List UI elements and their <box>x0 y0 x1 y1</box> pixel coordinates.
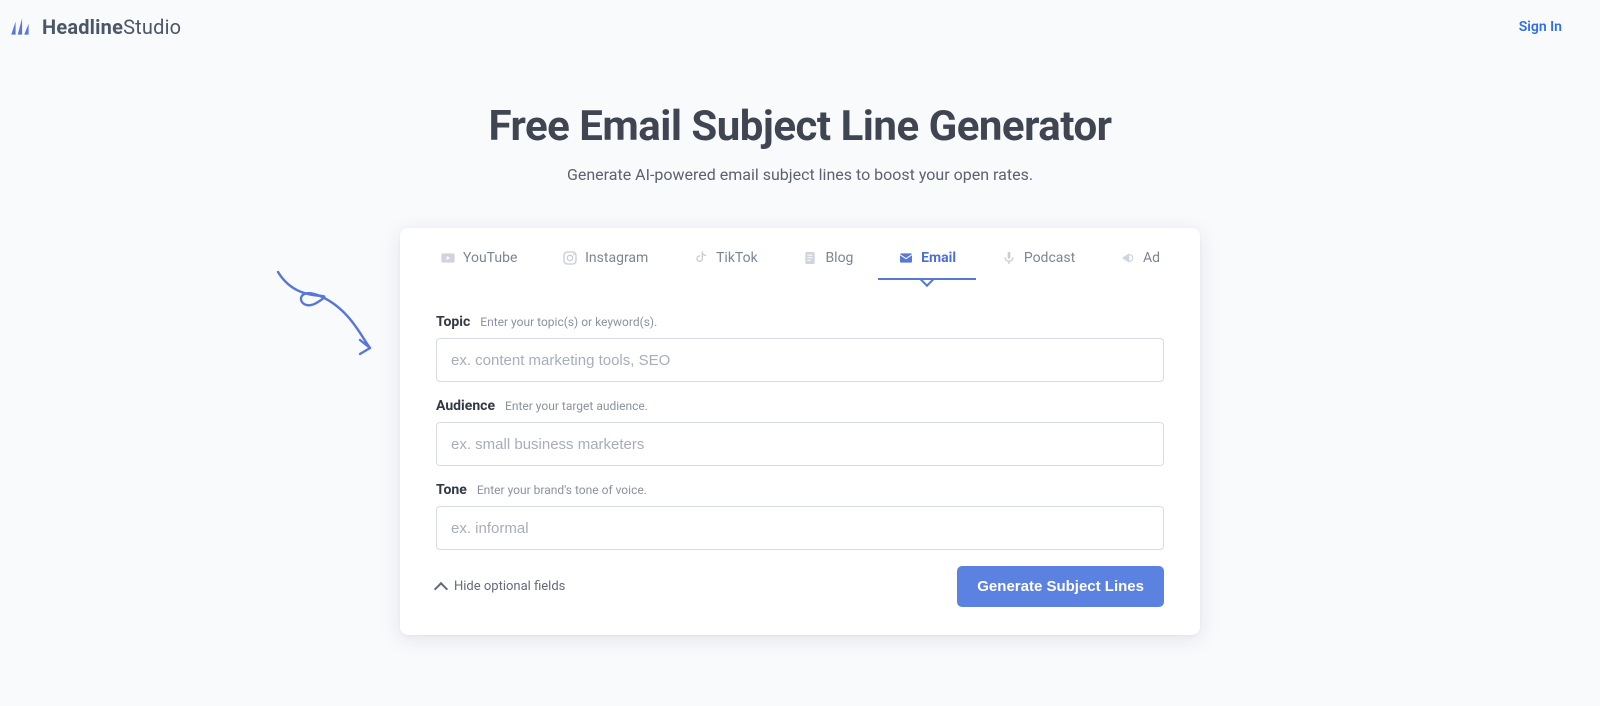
tiktok-icon <box>693 250 709 266</box>
generator-form: Topic Enter your topic(s) or keyword(s).… <box>400 280 1200 550</box>
instagram-icon <box>562 250 578 266</box>
page-title: Free Email Subject Line Generator <box>0 102 1600 151</box>
tone-help: Enter your brand's tone of voice. <box>477 483 647 497</box>
tab-email[interactable]: Email <box>898 250 956 280</box>
tab-tiktok[interactable]: TikTok <box>693 250 758 280</box>
field-topic: Topic Enter your topic(s) or keyword(s). <box>436 314 1164 382</box>
form-footer: Hide optional fields Generate Subject Li… <box>400 550 1200 607</box>
tab-ad[interactable]: Ad <box>1120 250 1160 280</box>
header: HeadlineStudio Sign In <box>0 0 1600 54</box>
audience-label: Audience <box>436 398 495 414</box>
tab-label: Blog <box>825 250 853 266</box>
tab-blog[interactable]: Blog <box>802 250 853 280</box>
audience-input[interactable] <box>436 422 1164 466</box>
tab-podcast[interactable]: Podcast <box>1001 250 1075 280</box>
topic-input[interactable] <box>436 338 1164 382</box>
tab-youtube[interactable]: YouTube <box>440 250 517 280</box>
tab-label: YouTube <box>463 250 517 266</box>
tone-label: Tone <box>436 482 467 498</box>
topic-label: Topic <box>436 314 470 330</box>
toggle-optional-label: Hide optional fields <box>454 579 565 594</box>
generate-button[interactable]: Generate Subject Lines <box>957 566 1164 607</box>
hero: Free Email Subject Line Generator Genera… <box>0 102 1600 184</box>
generator-card: YouTube Instagram TikTok Blog <box>400 228 1200 635</box>
tone-input[interactable] <box>436 506 1164 550</box>
podcast-icon <box>1001 250 1017 266</box>
tab-label: Podcast <box>1024 250 1075 266</box>
field-tone: Tone Enter your brand's tone of voice. <box>436 482 1164 550</box>
decorative-arrow-icon <box>270 268 380 368</box>
chevron-up-icon <box>434 581 448 595</box>
ad-icon <box>1120 250 1136 266</box>
toggle-optional-fields[interactable]: Hide optional fields <box>436 579 565 594</box>
tab-instagram[interactable]: Instagram <box>562 250 648 280</box>
field-audience: Audience Enter your target audience. <box>436 398 1164 466</box>
tabs: YouTube Instagram TikTok Blog <box>400 228 1200 280</box>
logo[interactable]: HeadlineStudio <box>8 14 181 40</box>
topic-help: Enter your topic(s) or keyword(s). <box>480 315 657 329</box>
logo-text: HeadlineStudio <box>42 15 181 39</box>
blog-icon <box>802 250 818 266</box>
page-subtitle: Generate AI-powered email subject lines … <box>0 165 1600 184</box>
tab-label: Instagram <box>585 250 648 266</box>
audience-help: Enter your target audience. <box>505 399 648 413</box>
tab-label: Ad <box>1143 250 1160 266</box>
signin-link[interactable]: Sign In <box>1519 19 1580 35</box>
tab-label: Email <box>921 250 956 266</box>
youtube-icon <box>440 250 456 266</box>
logo-mark-icon <box>8 14 34 40</box>
email-icon <box>898 250 914 266</box>
tab-label: TikTok <box>716 250 758 266</box>
